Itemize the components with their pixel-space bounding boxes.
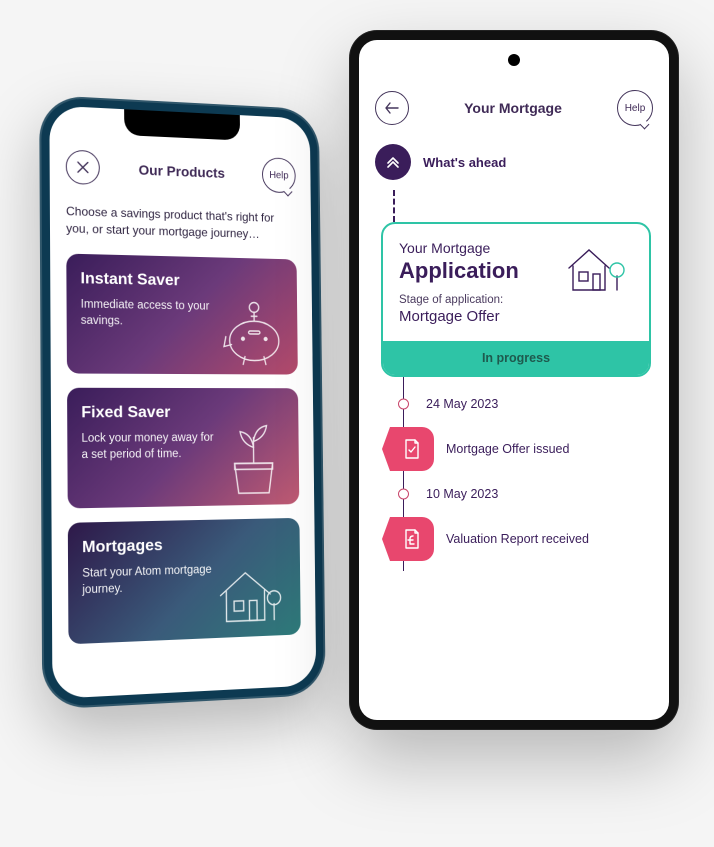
intro-text: Choose a savings product that's right fo… [66, 203, 296, 244]
screen-products: Our Products Help Choose a savings produ… [49, 105, 316, 699]
timeline-event-label: Valuation Report received [446, 532, 589, 546]
card-stage-value: Mortgage Offer [399, 308, 633, 325]
timeline-date: 10 May 2023 [404, 481, 653, 507]
notch [124, 109, 240, 140]
house-icon [207, 557, 293, 630]
help-label: Help [625, 103, 646, 114]
whats-ahead-row: What's ahead [375, 144, 653, 180]
page-title: Your Mortgage [464, 100, 562, 116]
plant-pot-icon [215, 417, 292, 497]
timeline: 24 May 2023 Mortgage Offer issued [403, 377, 653, 571]
screen-mortgage: Your Mortgage Help What's ahead Your Mor… [359, 40, 669, 720]
close-icon [77, 161, 89, 174]
product-title: Instant Saver [80, 270, 283, 292]
timeline-event: Valuation Report received [390, 507, 653, 571]
chevron-double-up-icon [386, 155, 400, 169]
back-button[interactable] [375, 91, 409, 125]
header-bar: Your Mortgage Help [375, 90, 653, 126]
piggy-bank-icon [214, 296, 290, 366]
timeline-dashed-connector [393, 190, 653, 222]
product-desc: Lock your money away for a set period of… [81, 429, 219, 464]
timeline-badge [390, 427, 434, 471]
close-button[interactable] [66, 149, 100, 185]
document-pound-icon [402, 528, 422, 550]
camera-punch [508, 54, 520, 66]
product-desc: Immediate access to your savings. [81, 296, 219, 331]
header-bar: Our Products Help [66, 148, 296, 193]
house-tree-icon [563, 240, 633, 300]
card-status-banner: In progress [383, 341, 649, 375]
help-label: Help [269, 170, 288, 181]
timeline-event: Mortgage Offer issued [390, 417, 653, 481]
whats-ahead-label: What's ahead [423, 155, 506, 170]
timeline-date: 24 May 2023 [404, 391, 653, 417]
document-check-icon [402, 438, 422, 460]
whats-ahead-toggle[interactable] [375, 144, 411, 180]
help-button[interactable]: Help [617, 90, 653, 126]
page-title: Our Products [139, 162, 226, 181]
help-button[interactable]: Help [262, 157, 296, 193]
arrow-left-icon [385, 102, 399, 114]
product-card-mortgages[interactable]: Mortgages Start your Atom mortgage journ… [68, 517, 301, 643]
product-card-fixed-saver[interactable]: Fixed Saver Lock your money away for a s… [67, 387, 299, 508]
product-card-instant-saver[interactable]: Instant Saver Immediate access to your s… [66, 253, 298, 374]
timeline-badge [390, 517, 434, 561]
timeline-event-label: Mortgage Offer issued [446, 442, 569, 456]
product-desc: Start your Atom mortgage journey. [82, 561, 220, 599]
product-title: Mortgages [82, 534, 287, 557]
phone-mortgage: Your Mortgage Help What's ahead Your Mor… [349, 30, 679, 730]
mortgage-application-card[interactable]: Your Mortgage Application Stage of appli… [381, 222, 651, 377]
phone-products: Our Products Help Choose a savings produ… [39, 95, 326, 710]
